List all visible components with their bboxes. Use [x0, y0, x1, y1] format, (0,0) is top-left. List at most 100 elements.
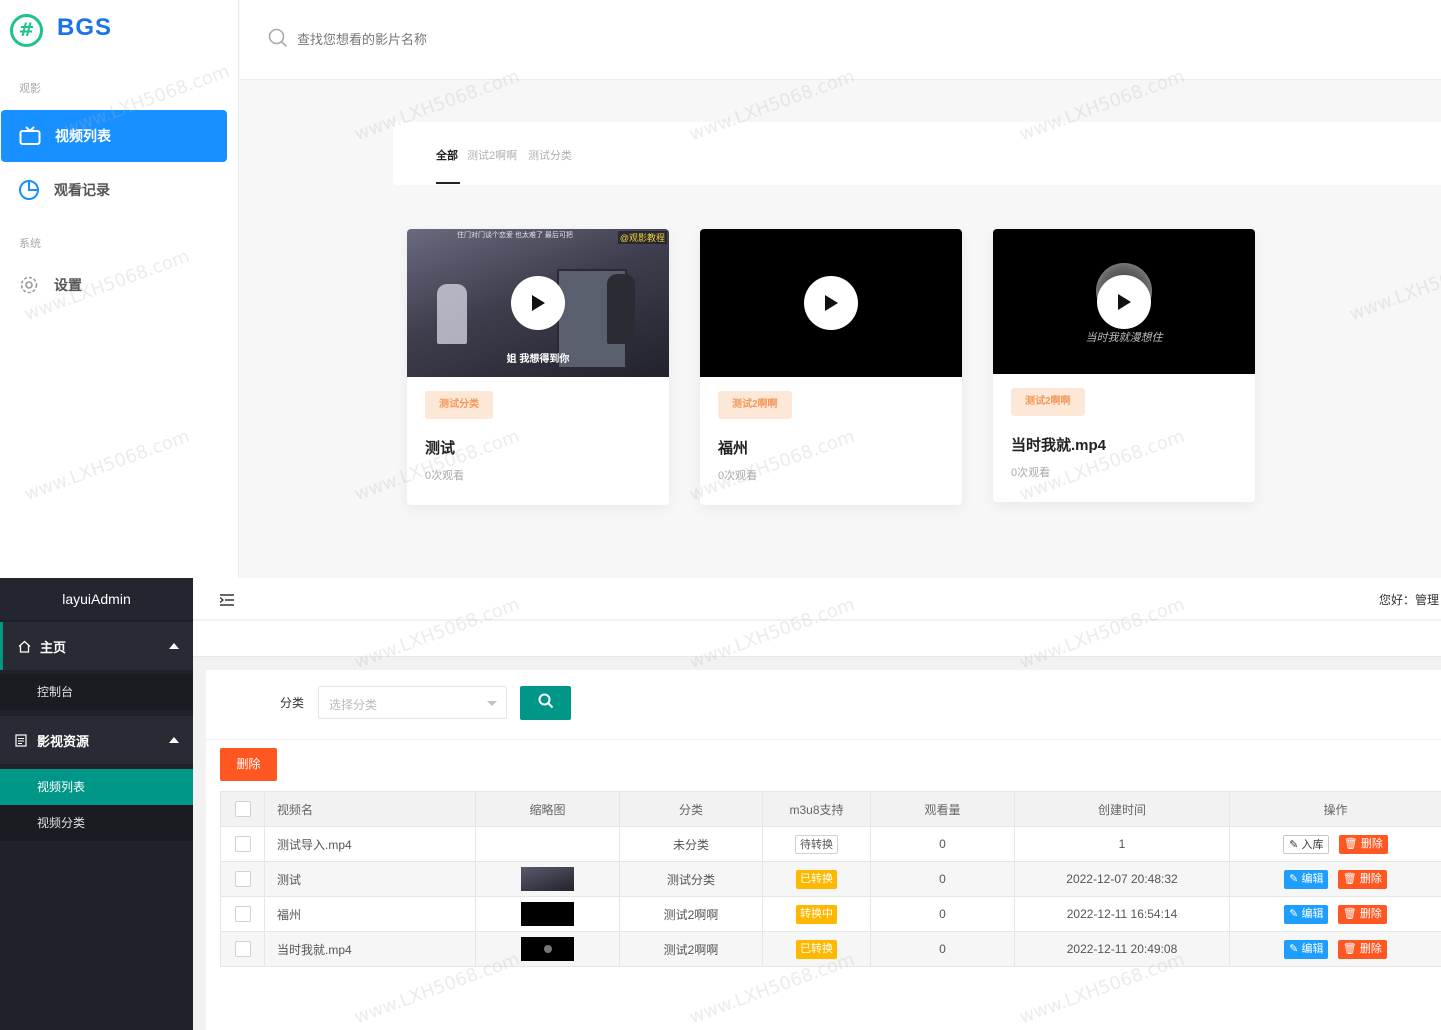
sidebar-item-label: 视频列表: [55, 128, 111, 144]
cell-name: 测试: [264, 861, 476, 897]
video-title[interactable]: 福州: [718, 437, 748, 458]
import-button[interactable]: ✎ 入库: [1283, 834, 1330, 854]
chevron-up-icon: [169, 737, 179, 743]
cell-created: 2022-12-07 20:48:32: [1014, 861, 1230, 897]
sidebar-item-video-list[interactable]: 视频列表: [1, 110, 227, 162]
delete-button[interactable]: 🗑 删除: [1337, 869, 1387, 889]
cell-thumbnail: [475, 826, 620, 862]
video-card[interactable]: 测试2啊啊 福州 0次观看: [700, 229, 962, 505]
table-row[interactable]: 测试 测试分类 已转换 0 2022-12-07 20:48:32 ✎ 编辑 🗑…: [220, 861, 1441, 897]
row-select-cell[interactable]: [220, 861, 265, 897]
cell-category: 测试2啊啊: [619, 896, 763, 932]
watermark: www.LXH5068.com: [1346, 245, 1441, 326]
edit-icon: ✎: [1289, 907, 1302, 920]
play-button-icon[interactable]: [1097, 275, 1151, 329]
row-checkbox[interactable]: [234, 871, 251, 887]
play-button-icon[interactable]: [804, 276, 858, 330]
select-all-checkbox[interactable]: [234, 801, 251, 817]
batch-delete-button[interactable]: 删除: [220, 748, 277, 781]
video-thumbnail[interactable]: 当时我就漫想住: [993, 229, 1255, 374]
delete-button[interactable]: 🗑 删除: [1338, 834, 1388, 854]
search-button[interactable]: [520, 686, 571, 720]
menu-fold-icon[interactable]: [219, 593, 234, 606]
trash-icon: 🗑: [1342, 942, 1360, 955]
nav-group-media[interactable]: 影视资源: [0, 716, 193, 764]
column-header[interactable]: 观看量: [870, 791, 1015, 827]
column-header[interactable]: m3u8支持: [762, 791, 871, 827]
thumbnail-caption: 住门对门谈个恋爱 也太难了 最后可把: [457, 232, 573, 239]
video-title[interactable]: 当时我就.mp4: [1011, 434, 1106, 455]
edit-button[interactable]: ✎ 编辑: [1284, 904, 1329, 924]
play-button-icon[interactable]: [511, 276, 565, 330]
tab-all[interactable]: 全部: [436, 147, 458, 163]
nav-item-video-category[interactable]: 视频分类: [0, 805, 193, 841]
thumbnail-image[interactable]: [521, 867, 574, 891]
row-checkbox[interactable]: [234, 836, 251, 852]
table-row[interactable]: 测试导入.mp4 未分类 待转换 0 1 ✎ 入库 🗑 删除: [220, 826, 1441, 862]
scene-figure: [607, 274, 635, 344]
column-header[interactable]: 操作: [1229, 791, 1441, 827]
edit-button-label: 编辑: [1301, 907, 1324, 920]
table-row[interactable]: 福州 测试2啊啊 转换中 0 2022-12-11 16:54:14 ✎ 编辑 …: [220, 896, 1441, 932]
select-all-cell[interactable]: [220, 791, 265, 827]
delete-button-label: 删除: [1359, 907, 1382, 920]
nav-item-console[interactable]: 控制台: [0, 674, 193, 710]
column-header[interactable]: 缩略图: [475, 791, 620, 827]
thumbnail-handwriting: 当时我就漫想住: [1085, 331, 1163, 344]
delete-button[interactable]: 🗑 删除: [1337, 904, 1387, 924]
cell-category: 测试2啊啊: [619, 931, 763, 967]
trash-icon: 🗑: [1343, 837, 1361, 850]
delete-button[interactable]: 🗑 删除: [1337, 939, 1387, 959]
column-header[interactable]: 创建时间: [1014, 791, 1230, 827]
view-count: 0次观看: [1011, 467, 1051, 479]
row-select-cell[interactable]: [220, 826, 265, 862]
sidebar-item-settings[interactable]: 设置: [0, 259, 226, 311]
delete-button-label: 删除: [1359, 872, 1382, 885]
section-label-watch: 观影: [19, 83, 41, 95]
cell-name: 测试导入.mp4: [264, 826, 476, 862]
row-select-cell[interactable]: [220, 896, 265, 932]
edit-button[interactable]: ✎ 编辑: [1284, 869, 1329, 889]
tab-test2[interactable]: 测试2啊啊: [467, 147, 517, 163]
video-title[interactable]: 测试: [425, 437, 455, 458]
column-header[interactable]: 分类: [619, 791, 763, 827]
active-tab-indicator: [436, 182, 460, 184]
row-checkbox[interactable]: [234, 941, 251, 957]
edit-icon: ✎: [1289, 872, 1302, 885]
video-table: 视频名 缩略图 分类 m3u8支持 观看量 创建时间 操作 测试导入.mp4 未…: [220, 791, 1441, 967]
cell-created: 2022-12-11 16:54:14: [1014, 896, 1230, 932]
cell-thumbnail: [475, 931, 620, 967]
video-card[interactable]: 当时我就漫想住 测试2啊啊 当时我就.mp4 0次观看: [993, 229, 1255, 502]
video-thumbnail[interactable]: [700, 229, 962, 377]
search-bar[interactable]: 查找您想看的影片名称: [240, 0, 1441, 80]
category-select[interactable]: 选择分类: [318, 686, 507, 719]
video-card[interactable]: 住门对门谈个恋爱 也太难了 最后可把 @观影教程 姐 我想得到你 测试分类 测试…: [407, 229, 669, 505]
search-input[interactable]: 查找您想看的影片名称: [297, 29, 427, 48]
nav-group-home[interactable]: 主页: [0, 622, 193, 670]
chevron-down-icon: [487, 701, 497, 706]
trash-icon: 🗑: [1342, 907, 1360, 920]
gear-icon: [17, 273, 41, 297]
logo-mark-icon: #: [10, 14, 43, 47]
column-header[interactable]: 视频名: [264, 791, 476, 827]
user-greeting[interactable]: 您好：管理: [1379, 591, 1439, 608]
tab-test-category[interactable]: 测试分类: [528, 147, 572, 163]
edit-icon: ✎: [1289, 942, 1302, 955]
cell-actions: ✎ 编辑 🗑 删除: [1229, 861, 1441, 897]
thumbnail-image[interactable]: [521, 902, 574, 926]
cell-actions: ✎ 编辑 🗑 删除: [1229, 896, 1441, 932]
edit-button[interactable]: ✎ 编辑: [1284, 939, 1329, 959]
row-checkbox[interactable]: [234, 906, 251, 922]
table-row[interactable]: 当时我就.mp4 测试2啊啊 已转换 0 2022-12-11 20:49:08…: [220, 931, 1441, 967]
edit-button-label: 编辑: [1301, 942, 1324, 955]
tab-bar: [193, 621, 1441, 657]
video-thumbnail[interactable]: 住门对门谈个恋爱 也太难了 最后可把 @观影教程 姐 我想得到你: [407, 229, 669, 377]
thumbnail-image[interactable]: [521, 937, 574, 961]
sidebar-item-watch-history[interactable]: 观看记录: [0, 164, 226, 216]
view-count: 0次观看: [425, 470, 465, 482]
nav-item-video-list[interactable]: 视频列表: [0, 769, 193, 805]
admin-sidebar: layuiAdmin 主页 控制台 影视资源 视频列表 视频分类: [0, 578, 193, 1030]
cell-m3u8: 待转换: [762, 826, 871, 862]
row-select-cell[interactable]: [220, 931, 265, 967]
search-icon: [268, 28, 288, 48]
